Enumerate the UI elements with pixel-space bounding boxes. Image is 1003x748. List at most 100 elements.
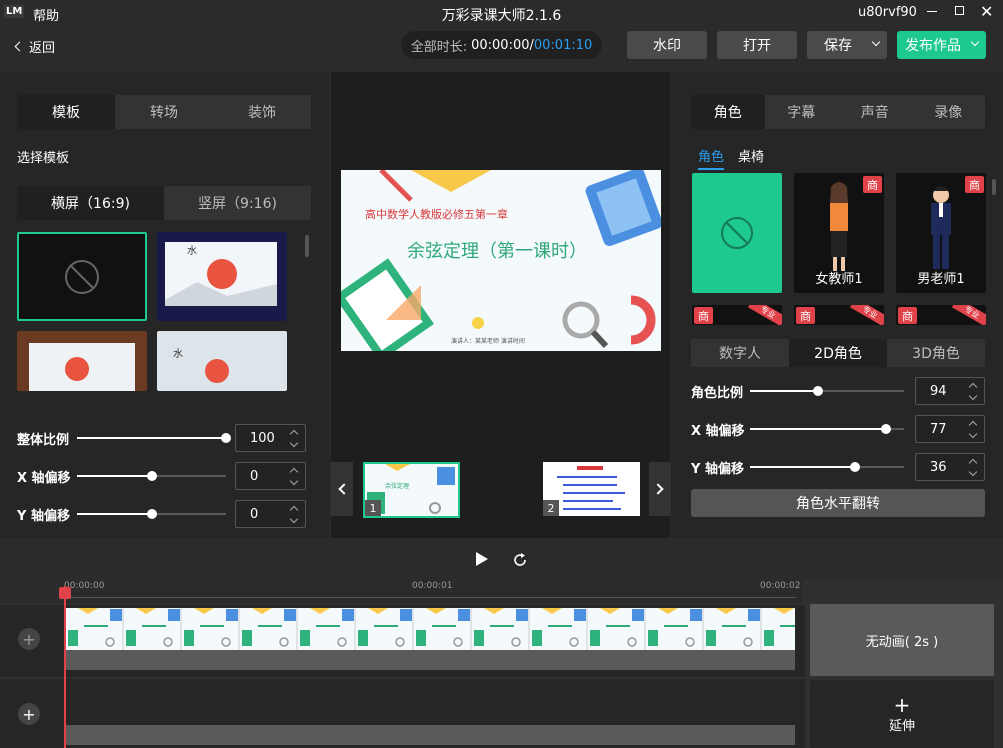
role-slider-label: X 轴偏移 — [691, 424, 745, 439]
role-slider-label: 角色比例 — [691, 386, 744, 401]
page-thumb-2[interactable]: 2 — [543, 462, 640, 516]
tab-decoration[interactable]: 装饰 — [213, 95, 311, 129]
pro-ribbon: 专业 — [849, 305, 884, 325]
slider-knob[interactable] — [221, 433, 231, 443]
slider-knob[interactable] — [849, 462, 860, 472]
stepper-icon[interactable] — [289, 428, 299, 448]
plus-icon: + — [893, 692, 911, 717]
timeline-ruler: 00:00:00 00:00:01 00:00:02 — [0, 579, 803, 603]
slide-clip[interactable] — [66, 608, 795, 650]
page-prev-button[interactable] — [331, 462, 353, 516]
tab-transition[interactable]: 转场 — [115, 95, 213, 129]
slider-fill — [750, 466, 855, 468]
left-slider[interactable] — [77, 471, 226, 481]
tab-digital-human[interactable]: 数字人 — [691, 339, 789, 367]
role-item[interactable]: 商 专业 — [896, 305, 986, 325]
chevron-left-icon — [338, 483, 350, 495]
role-item[interactable]: 商 专业 — [794, 305, 884, 325]
back-button[interactable]: 返回 — [14, 37, 55, 56]
chevron-down-icon[interactable] — [871, 37, 881, 47]
template-wood[interactable] — [17, 331, 147, 391]
subtab-desk[interactable]: 桌椅 — [738, 146, 764, 165]
minimize-icon[interactable] — [927, 11, 937, 12]
watermark-button[interactable]: 水印 — [627, 31, 707, 59]
left-value-input[interactable]: 0 — [235, 462, 306, 490]
template-ink-gray[interactable]: 水 — [157, 331, 287, 391]
slider-knob[interactable] — [880, 424, 891, 434]
tab-template[interactable]: 模板 — [17, 95, 115, 129]
open-button[interactable]: 打开 — [717, 31, 797, 59]
flip-role-button[interactable]: 角色水平翻转 — [691, 489, 985, 517]
tab-2d-role[interactable]: 2D角色 — [789, 339, 887, 367]
stepper-icon[interactable] — [289, 504, 299, 524]
left-slider-label: 整体比例 — [17, 433, 70, 448]
stepper-icon[interactable] — [289, 466, 299, 486]
add-track-button[interactable]: + — [18, 703, 40, 725]
template-none[interactable] — [17, 232, 147, 321]
none-icon — [721, 217, 753, 249]
replay-icon[interactable] — [512, 552, 528, 568]
role-female-teacher[interactable]: 商 女教师1 — [794, 173, 884, 293]
clip-filmstrip — [68, 608, 795, 650]
role-none[interactable] — [692, 173, 782, 293]
role-slider-label: Y 轴偏移 — [691, 462, 744, 477]
commercial-badge: 商 — [898, 307, 917, 324]
stepper-icon[interactable] — [968, 419, 978, 439]
plus-icon: + — [22, 629, 36, 649]
playhead-handle[interactable] — [59, 587, 71, 599]
playhead[interactable] — [64, 586, 66, 748]
role-slider[interactable] — [750, 462, 904, 472]
tab-subtitle[interactable]: 字幕 — [765, 95, 839, 129]
tab-role[interactable]: 角色 — [691, 95, 765, 129]
tab-landscape[interactable]: 横屏（16:9) — [17, 186, 164, 220]
slider-knob[interactable] — [812, 386, 823, 396]
role-male-teacher[interactable]: 商 男老师1 — [896, 173, 986, 293]
role-value-input[interactable]: 94 — [915, 377, 985, 405]
animation-button[interactable]: 无动画( 2s ) — [810, 604, 994, 676]
tick-label: 00:00:02 — [760, 581, 801, 591]
role-value-input[interactable]: 77 — [915, 415, 985, 443]
tab-3d-role[interactable]: 3D角色 — [887, 339, 985, 367]
play-icon[interactable] — [476, 552, 488, 566]
tab-portrait[interactable]: 竖屏（9:16) — [164, 186, 311, 220]
tab-record[interactable]: 录像 — [912, 95, 986, 129]
none-icon — [65, 260, 99, 294]
chevron-down-icon[interactable] — [970, 37, 980, 47]
svg-text:余弦定理: 余弦定理 — [385, 482, 409, 490]
slider-knob[interactable] — [146, 471, 157, 481]
slide-canvas[interactable]: 高中数学人教版必修五第一章 余弦定理（第一课时） 演讲人：某某老师 演讲时间 — [341, 170, 661, 351]
role-slider[interactable] — [750, 386, 904, 396]
value-text: 77 — [930, 421, 947, 437]
add-track-button[interactable]: + — [18, 628, 40, 650]
slider-knob[interactable] — [146, 509, 157, 519]
page-thumb-1[interactable]: 余弦定理 1 — [363, 462, 460, 518]
page-next-button[interactable] — [649, 462, 671, 516]
slider-fill — [77, 513, 152, 515]
stepper-icon[interactable] — [968, 381, 978, 401]
template-ink-night[interactable]: 水 — [157, 232, 287, 321]
role-value-input[interactable]: 36 — [915, 453, 985, 481]
maximize-icon[interactable] — [955, 6, 964, 15]
timeline: 00:00:00 00:00:01 00:00:02 + + 无动画( 2s )… — [0, 579, 1003, 748]
template-scrollbar[interactable] — [305, 235, 309, 257]
close-icon[interactable]: ✕ — [980, 2, 993, 21]
left-value-input[interactable]: 0 — [235, 500, 306, 528]
tab-sound[interactable]: 声音 — [838, 95, 912, 129]
left-slider[interactable] — [77, 433, 231, 443]
clip-bar — [66, 650, 795, 670]
stepper-icon[interactable] — [968, 457, 978, 477]
left-value-input[interactable]: 100 — [235, 424, 306, 452]
svg-text:水: 水 — [173, 348, 183, 360]
left-slider[interactable] — [77, 509, 226, 519]
username[interactable]: u80rvf90 — [858, 5, 917, 20]
commercial-badge: 商 — [694, 307, 713, 324]
publish-button[interactable]: 发布作品 — [897, 31, 986, 59]
role-scrollbar[interactable] — [992, 179, 996, 195]
role-item[interactable]: 商 专业 — [692, 305, 782, 325]
ruler-line — [64, 597, 796, 598]
page-number: 1 — [365, 500, 381, 516]
subtab-role[interactable]: 角色 — [698, 146, 725, 170]
extend-button[interactable]: + 延伸 — [810, 680, 994, 748]
role-slider[interactable] — [750, 424, 904, 434]
save-button[interactable]: 保存 — [807, 31, 887, 59]
